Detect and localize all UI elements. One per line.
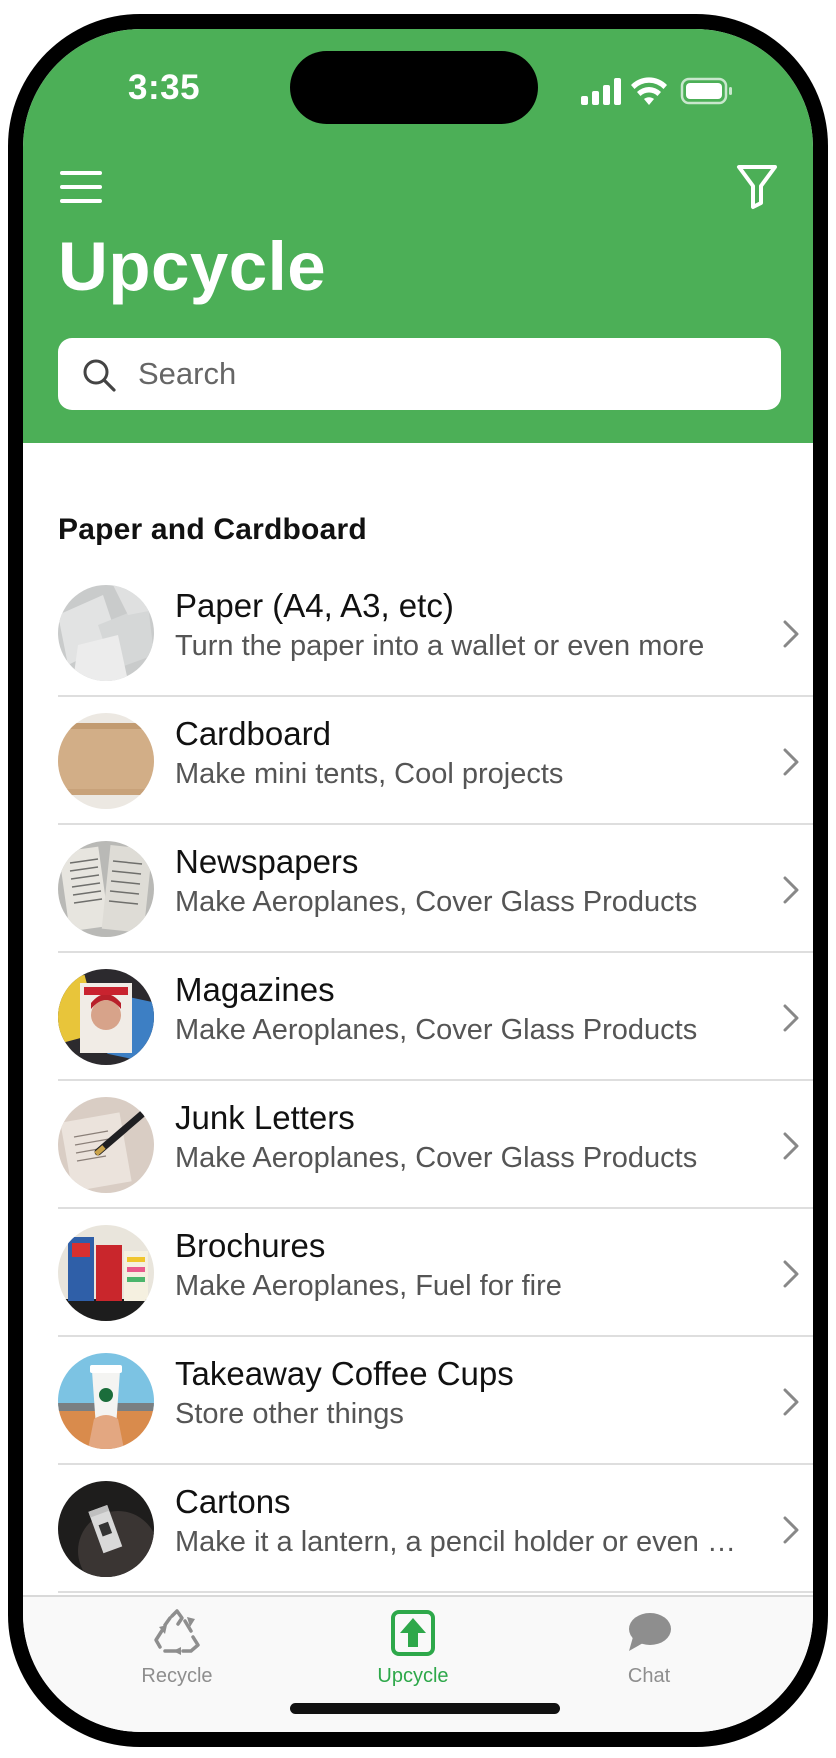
chevron-right-icon xyxy=(783,876,799,904)
item-subtitle: Turn the paper into a wallet or even mor… xyxy=(175,630,705,662)
cardboard-thumbnail xyxy=(58,713,154,809)
item-title: Cartons xyxy=(175,1483,291,1520)
item-subtitle: Make Aeroplanes, Cover Glass Products xyxy=(175,1142,698,1174)
list-item-cartons[interactable]: Cartons Make it a lantern, a pencil hold… xyxy=(58,1465,813,1593)
item-subtitle: Make Aeroplanes, Cover Glass Products xyxy=(175,886,698,918)
chat-bubble-icon xyxy=(629,1613,671,1651)
list-item-paper[interactable]: Paper (A4, A3, etc) Turn the paper into … xyxy=(58,569,813,697)
junk-letters-thumbnail xyxy=(58,1097,154,1193)
recycle-icon xyxy=(154,1609,200,1655)
item-title: Newspapers xyxy=(175,843,359,880)
menu-icon[interactable] xyxy=(58,168,104,206)
item-title: Takeaway Coffee Cups xyxy=(175,1355,514,1392)
list-item-cardboard[interactable]: Cardboard Make mini tents, Cool projects xyxy=(58,697,813,825)
item-subtitle: Make Aeroplanes, Fuel for fire xyxy=(175,1270,562,1302)
chevron-right-icon xyxy=(783,1132,799,1160)
item-subtitle: Make mini tents, Cool projects xyxy=(175,758,564,790)
home-indicator xyxy=(290,1703,560,1714)
filter-icon[interactable] xyxy=(734,162,780,210)
item-title: Junk Letters xyxy=(175,1099,355,1136)
item-subtitle: Store other things xyxy=(175,1398,404,1430)
phone-frame: 3:35 Upcycle Search Paper and Cardboard … xyxy=(8,14,828,1747)
section-title: Paper and Cardboard xyxy=(58,513,367,546)
upcycle-list: Paper (A4, A3, etc) Turn the paper into … xyxy=(58,569,813,1595)
magazines-thumbnail xyxy=(58,969,154,1065)
chevron-right-icon xyxy=(783,1388,799,1416)
brochures-thumbnail xyxy=(58,1225,154,1321)
wifi-icon xyxy=(631,77,667,105)
list-item-brochures[interactable]: Brochures Make Aeroplanes, Fuel for fire xyxy=(58,1209,813,1337)
item-subtitle: Make Aeroplanes, Cover Glass Products xyxy=(175,1014,698,1046)
chevron-right-icon xyxy=(783,1004,799,1032)
tab-recycle[interactable]: Recycle xyxy=(97,1607,257,1707)
newspapers-thumbnail xyxy=(58,841,154,937)
status-icons xyxy=(581,77,732,105)
dynamic-island xyxy=(290,51,538,124)
status-time: 3:35 xyxy=(128,68,201,107)
tab-label: Recycle xyxy=(141,1665,213,1687)
coffee-cups-thumbnail xyxy=(58,1353,154,1449)
upcycle-arrow-icon xyxy=(391,1610,435,1656)
page-title: Upcycle xyxy=(58,228,327,305)
list-item-junk-letters[interactable]: Junk Letters Make Aeroplanes, Cover Glas… xyxy=(58,1081,813,1209)
list-item-newspapers[interactable]: Newspapers Make Aeroplanes, Cover Glass … xyxy=(58,825,813,953)
list-item-magazines[interactable]: Magazines Make Aeroplanes, Cover Glass P… xyxy=(58,953,813,1081)
cartons-thumbnail xyxy=(58,1481,154,1577)
tab-upcycle[interactable]: Upcycle xyxy=(333,1607,493,1707)
search-bar[interactable] xyxy=(58,338,781,410)
paper-thumbnail xyxy=(58,585,154,681)
item-title: Paper (A4, A3, etc) xyxy=(175,587,454,624)
tab-label: Upcycle xyxy=(377,1665,449,1687)
cellular-signal-icon xyxy=(581,78,621,105)
search-icon xyxy=(83,359,116,392)
item-title: Brochures xyxy=(175,1227,326,1264)
app-screen: 3:35 Upcycle Search Paper and Cardboard … xyxy=(23,29,813,1732)
chevron-right-icon xyxy=(783,748,799,776)
chevron-right-icon xyxy=(783,1516,799,1544)
battery-icon xyxy=(680,77,732,105)
list-item-coffee-cups[interactable]: Takeaway Coffee Cups Store other things xyxy=(58,1337,813,1465)
tab-chat[interactable]: Chat xyxy=(569,1607,729,1707)
chevron-right-icon xyxy=(783,1260,799,1288)
item-title: Magazines xyxy=(175,971,335,1008)
item-subtitle: Make it a lantern, a pencil holder or ev… xyxy=(175,1526,750,1558)
chevron-right-icon xyxy=(783,620,799,648)
app-header: 3:35 Upcycle Search xyxy=(23,29,813,443)
item-title: Cardboard xyxy=(175,715,331,752)
tab-label: Chat xyxy=(627,1665,671,1687)
search-input[interactable] xyxy=(136,346,756,402)
